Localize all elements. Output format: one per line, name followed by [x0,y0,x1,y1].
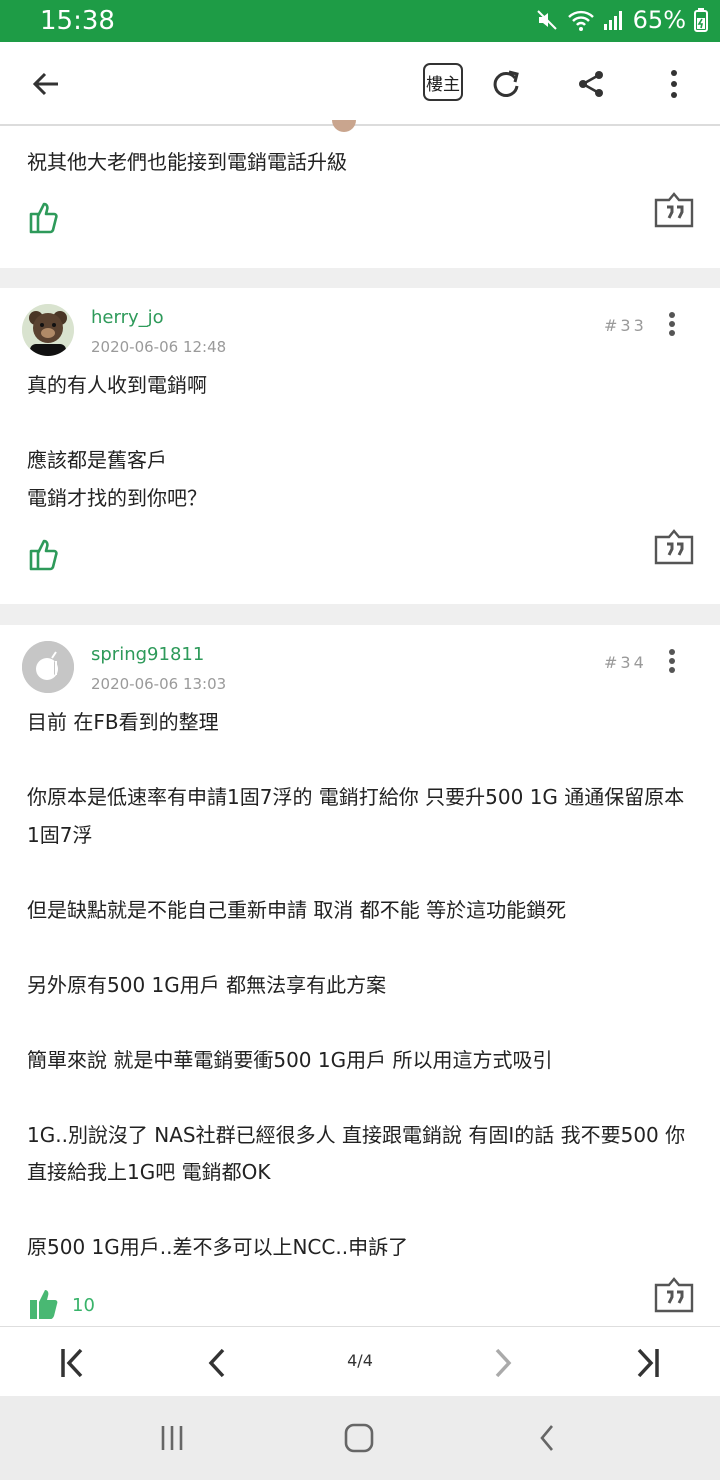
first-page-button[interactable] [50,1341,94,1385]
battery-charging-icon [694,8,708,32]
refresh-icon [493,70,519,97]
post-time: 2020-06-06 13:03 [91,675,227,693]
post-menu-button[interactable] [662,310,682,338]
system-nav-bar [0,1396,720,1480]
thumbs-up-icon [29,539,58,571]
avatar[interactable] [22,304,74,356]
previous-page-button[interactable] [194,1341,238,1385]
first-page-icon [61,1348,83,1378]
post-card: 祝其他大老們也能接到電銷電話升級 [0,120,720,268]
avatar[interactable] [22,641,74,693]
chevron-left-icon [208,1348,225,1378]
overflow-menu-button[interactable] [652,62,696,106]
next-page-button[interactable] [482,1341,526,1385]
floor-number: #34 [604,653,647,672]
recent-apps-button[interactable] [147,1416,197,1460]
quote-icon [654,1277,694,1313]
status-bar: 15:38 65% [0,0,720,42]
quote-reply-button[interactable] [654,192,694,228]
quote-reply-button[interactable] [654,529,694,565]
chevron-right-icon [495,1348,512,1378]
status-time: 15:38 [40,6,115,36]
like-button[interactable] [28,199,64,235]
last-page-button[interactable] [626,1341,670,1385]
system-back-button[interactable] [522,1416,572,1460]
author-name[interactable]: spring91811 [91,644,204,665]
thumbs-up-filled-icon [30,1290,58,1319]
chevron-left-icon [540,1425,553,1451]
like-button[interactable] [28,1285,64,1321]
share-button[interactable] [569,62,613,106]
pagination-bar: 4/4 [0,1326,720,1397]
quote-reply-button[interactable] [654,1277,694,1313]
post-card: spring91811 2020-06-06 13:03 #34 目前 在FB看… [0,625,720,1326]
floor-number: #33 [604,316,647,335]
post-menu-button[interactable] [662,647,682,675]
recent-apps-icon [161,1426,183,1450]
like-count: 10 [72,1295,95,1316]
home-icon [344,1423,374,1453]
arrow-left-icon [32,72,58,96]
last-page-icon [637,1348,659,1378]
page-indicator[interactable]: 4/4 [330,1351,390,1370]
author-name[interactable]: herry_jo [91,307,164,328]
status-icons: 65% [535,6,708,34]
quote-icon [654,192,694,228]
quote-icon [654,529,694,565]
top-toolbar: 樓主 [0,42,720,126]
mute-icon [536,10,557,30]
refresh-button[interactable] [484,62,528,106]
thumbs-up-icon [29,202,58,234]
battery-percent: 65% [632,6,686,34]
post-body: 祝其他大老們也能接到電銷電話升級 [27,150,347,174]
avatar [332,120,356,132]
post-card: herry_jo 2020-06-06 12:48 #33 真的有人收到電銷啊 … [0,288,720,604]
post-body: 目前 在FB看到的整理 你原本是低速率有申請1固7浮的 電銷打給你 只要升500… [27,710,686,1259]
share-icon [579,71,603,97]
wifi-icon [567,10,594,31]
like-button[interactable] [28,536,64,572]
signal-icon [603,11,622,30]
back-button[interactable] [24,62,68,106]
home-button[interactable] [334,1416,384,1460]
op-only-button[interactable]: 樓主 [423,63,463,101]
default-avatar-icon [22,641,74,693]
post-body: 真的有人收到電銷啊 應該都是舊客戶 電銷才找的到你吧？ [27,373,207,510]
bear-avatar-icon [22,304,74,356]
more-vertical-icon [671,70,677,98]
post-time: 2020-06-06 12:48 [91,338,227,356]
